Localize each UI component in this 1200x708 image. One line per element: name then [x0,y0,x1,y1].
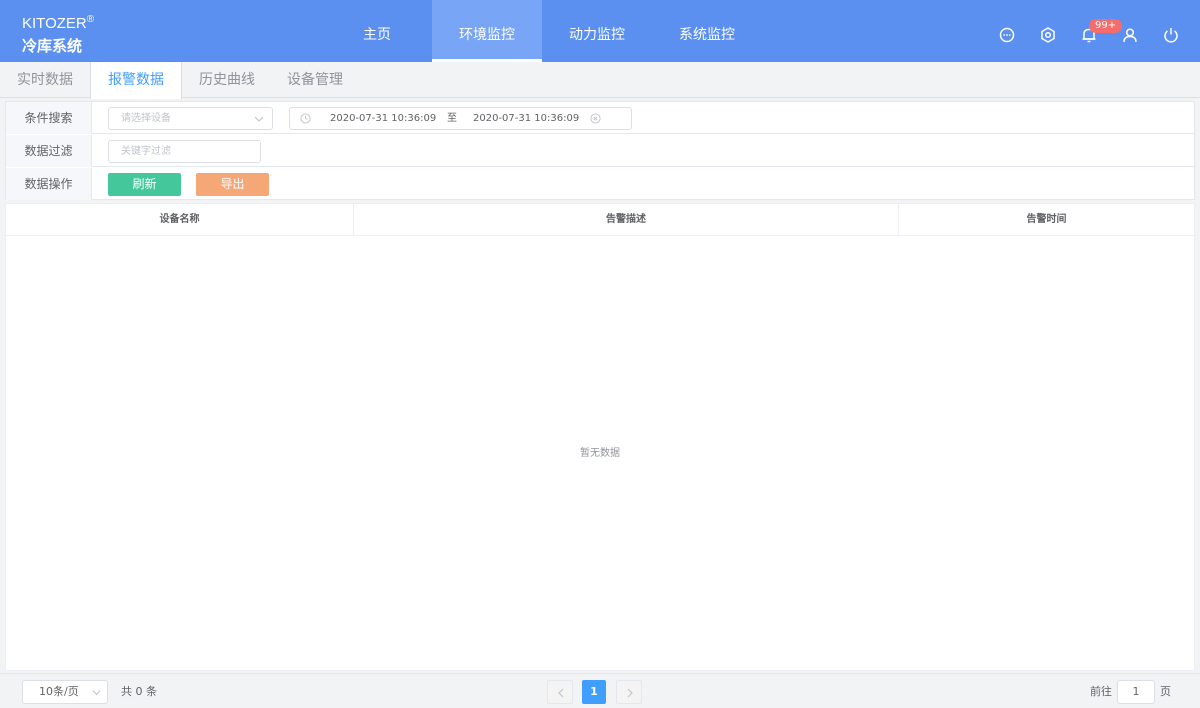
device-select-placeholder: 请选择设备 [121,113,171,124]
page-suffix: 页 [1160,685,1171,698]
chevron-left-icon [558,688,564,698]
operations-label: 数据操作 [6,168,92,200]
goto-label: 前往 [1090,685,1112,698]
prev-page-button[interactable] [547,680,573,704]
tab-history-curve[interactable]: 历史曲线 [182,62,272,98]
table-header: 设备名称 告警描述 告警时间 [6,204,1194,236]
keyword-row: 数据过滤 [6,135,1194,167]
export-button[interactable]: 导出 [196,173,269,196]
page-size-select[interactable]: 10条/页 [22,680,108,704]
chevron-down-icon [254,116,264,122]
notification-badge: 99+ [1089,19,1123,33]
goto-page-input[interactable]: 1 [1117,680,1155,704]
device-select[interactable]: 请选择设备 [108,107,273,130]
tab-alarm-data[interactable]: 报警数据 [90,62,182,99]
keyword-filter-input[interactable] [108,140,261,163]
power-icon[interactable] [1162,26,1180,44]
refresh-button[interactable]: 刷新 [108,173,181,196]
chevron-down-icon [92,690,101,696]
next-page-button[interactable] [616,680,642,704]
tab-device-management[interactable]: 设备管理 [272,62,358,98]
filter-label: 数据过滤 [6,135,92,167]
alarm-table: 设备名称 告警描述 告警时间 暂无数据 [5,203,1195,671]
date-end[interactable]: 2020-07-31 10:36:09 [473,108,579,130]
nav-item-environment[interactable]: 环境监控 [432,0,542,62]
column-alarm-description[interactable]: 告警描述 [354,204,899,236]
page-number[interactable]: 1 [582,680,606,704]
system-name: 冷库系统 [22,37,83,55]
nav-item-power[interactable]: 动力监控 [542,0,652,62]
brand-name: KITOZER [22,15,87,32]
message-icon[interactable] [998,26,1016,44]
date-range-picker[interactable]: 2020-07-31 10:36:09 至 2020-07-31 10:36:0… [289,107,632,130]
pagination: 10条/页 共 0 条 1 前往 1 页 [0,673,1200,708]
sub-tabs: 实时数据 报警数据 历史曲线 设备管理 [0,62,1200,99]
empty-text: 暂无数据 [580,448,620,459]
top-header: KITOZER® 冷库系统 主页 环境监控 动力监控 系统监控 99+ [0,0,1200,62]
nav-item-system[interactable]: 系统监控 [652,0,762,62]
search-row: 条件搜索 请选择设备 2020-07-31 10:36:09 至 2020-07… [6,102,1194,134]
clock-icon [300,113,311,124]
chevron-right-icon [627,688,633,698]
registered-mark: ® [86,14,95,25]
user-icon[interactable] [1121,26,1139,44]
brand-logo: KITOZER® 冷库系统 [22,10,94,56]
filter-panel: 条件搜索 请选择设备 2020-07-31 10:36:09 至 2020-07… [5,101,1195,200]
date-start[interactable]: 2020-07-31 10:36:09 [330,108,436,130]
clear-icon[interactable] [590,113,601,124]
page-size-value: 10条/页 [39,685,79,698]
nav-item-home[interactable]: 主页 [322,0,432,62]
operations-row: 数据操作 刷新 导出 [6,168,1194,200]
tab-realtime-data[interactable]: 实时数据 [0,62,90,98]
main-nav: 主页 环境监控 动力监控 系统监控 [322,0,762,62]
column-device-name[interactable]: 设备名称 [6,204,354,236]
settings-icon[interactable] [1039,26,1057,44]
search-label: 条件搜索 [6,102,92,134]
date-separator: 至 [447,113,457,124]
total-count: 共 0 条 [121,685,157,698]
column-alarm-time[interactable]: 告警时间 [899,204,1194,236]
